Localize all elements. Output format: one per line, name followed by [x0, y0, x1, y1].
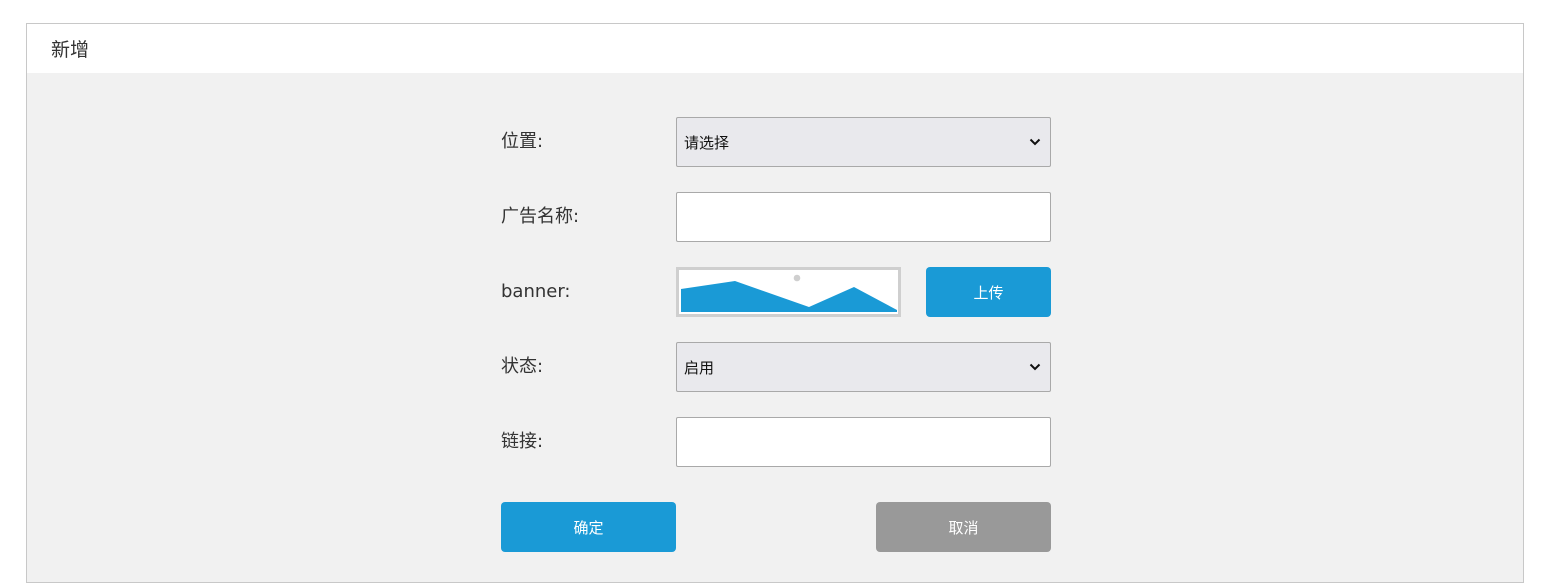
banner-label: banner:	[501, 281, 571, 302]
cancel-button[interactable]: 取消	[876, 502, 1051, 552]
confirm-button[interactable]: 确定	[501, 502, 676, 552]
dialog-title: 新增	[51, 39, 90, 61]
dialog-header: 新增	[27, 24, 1523, 73]
position-select[interactable]: 请选择	[676, 117, 1051, 167]
status-select-value: 启用	[684, 358, 715, 377]
image-placeholder-icon	[681, 274, 897, 312]
chevron-down-icon	[1029, 138, 1041, 146]
ad-name-label: 广告名称:	[501, 206, 580, 227]
position-label: 位置:	[501, 131, 544, 152]
status-select[interactable]: 启用	[676, 342, 1051, 392]
status-label: 状态:	[501, 356, 544, 377]
link-label: 链接:	[501, 431, 544, 452]
ad-name-input[interactable]	[676, 192, 1051, 242]
banner-thumbnail	[676, 267, 901, 317]
link-input[interactable]	[676, 417, 1051, 467]
upload-button[interactable]: 上传	[926, 267, 1051, 317]
chevron-down-icon	[1029, 363, 1041, 371]
position-select-value: 请选择	[684, 133, 730, 152]
add-dialog: 新增 位置: 请选择 广告名称: banner: 上传 状态: 启用 链接: 确…	[26, 23, 1524, 583]
